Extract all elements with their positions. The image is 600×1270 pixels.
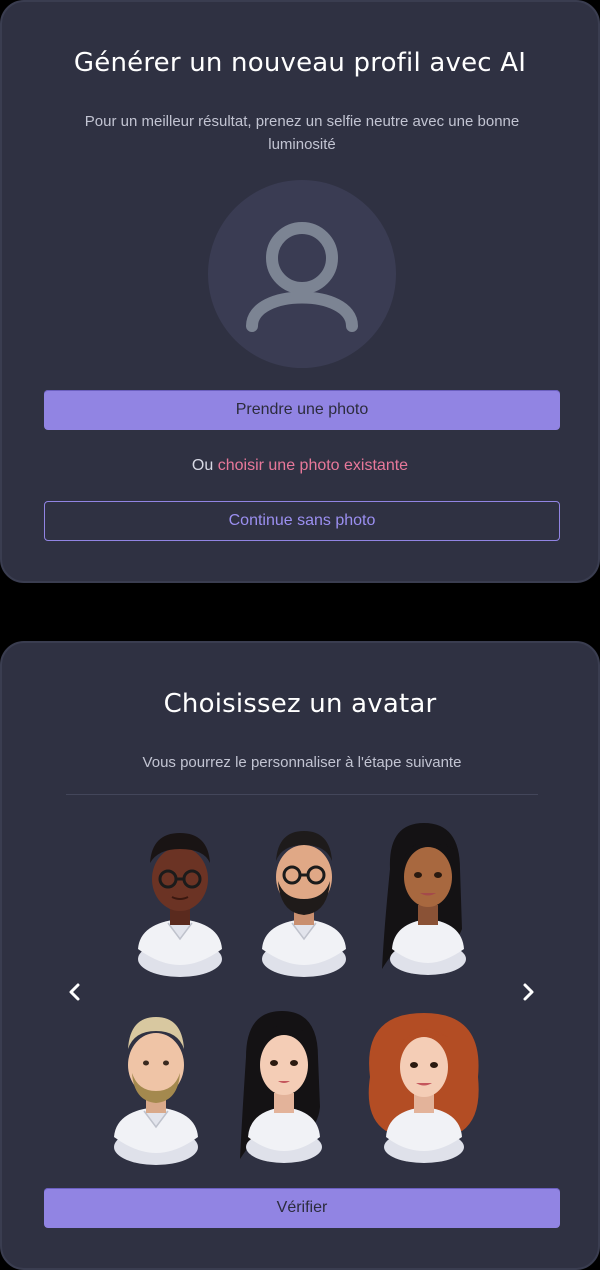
choose-existing-photo-link[interactable]: choisir une photo existante [218, 457, 408, 474]
ai-profile-title: Générer un nouveau profil avec AI [73, 48, 527, 78]
chevron-left-icon[interactable] [60, 977, 90, 1007]
avatar-option[interactable] [106, 1007, 206, 1169]
avatar-portrait [240, 1011, 322, 1163]
avatar-portrait [382, 823, 466, 975]
avatar-portrait [114, 1017, 198, 1165]
avatar-option[interactable] [130, 819, 230, 981]
continue-without-photo-button[interactable]: Continue sans photo [44, 501, 560, 541]
user-icon [246, 222, 358, 332]
ai-profile-card: Générer un nouveau profil avec AI Pour u… [0, 0, 600, 583]
ai-profile-subtitle: Pour un meilleur résultat, prenez un sel… [84, 113, 520, 153]
avatar-portrait [368, 1013, 479, 1163]
choose-photo-line: Ou choisir une photo existante [2, 457, 598, 475]
or-label: Ou [191, 457, 214, 474]
choose-avatar-card: Choisissez un avatar Vous pourrez le per… [0, 641, 600, 1270]
avatar-option[interactable] [234, 1007, 334, 1169]
photo-placeholder[interactable] [208, 180, 396, 368]
divider [66, 794, 538, 795]
avatar-portrait [262, 831, 346, 977]
avatar-option[interactable] [374, 819, 474, 981]
chevron-right-icon[interactable] [513, 977, 543, 1007]
take-photo-button[interactable]: Prendre une photo [44, 390, 560, 430]
choose-avatar-title: Choisissez un avatar [163, 689, 437, 719]
avatar-option[interactable] [358, 1007, 488, 1169]
avatar-portrait [138, 833, 222, 977]
verify-button[interactable]: Vérifier [44, 1188, 560, 1228]
avatar-option[interactable] [254, 819, 354, 981]
choose-avatar-subtitle: Vous pourrez le personnaliser à l'étape … [142, 754, 462, 771]
